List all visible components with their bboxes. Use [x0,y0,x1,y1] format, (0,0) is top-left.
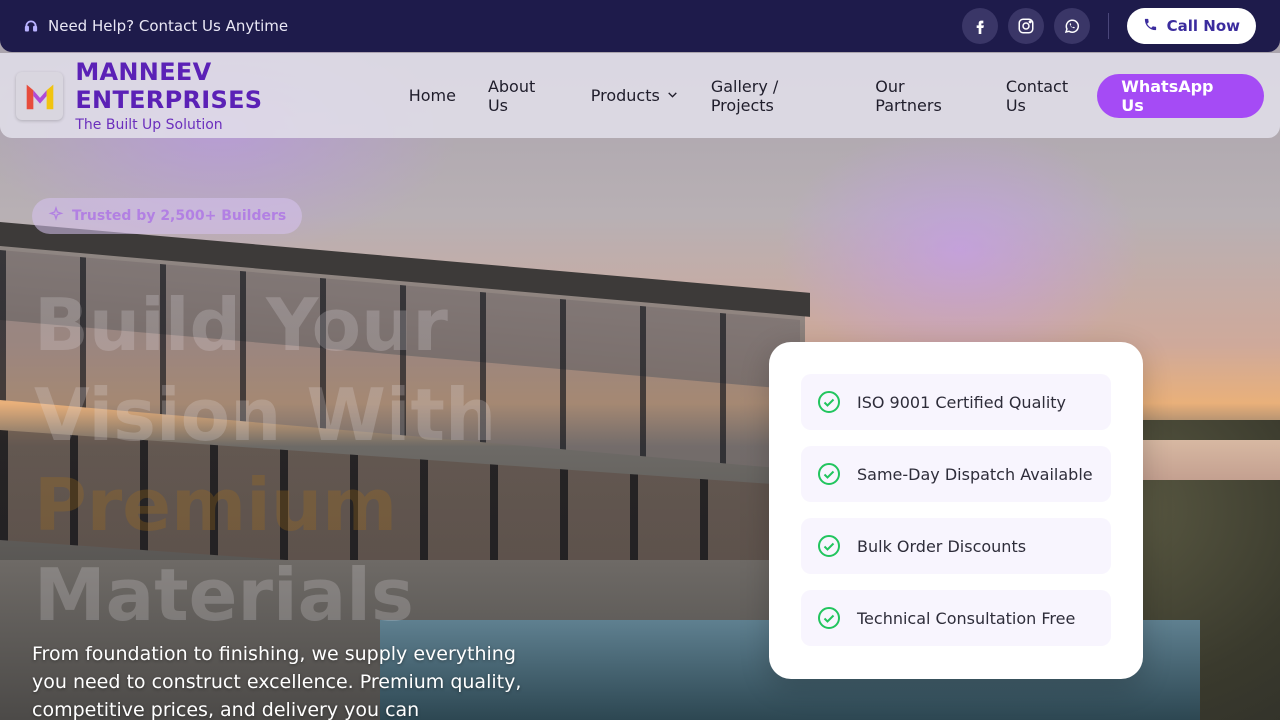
nav-item-gallery[interactable]: Gallery / Projects [711,77,843,115]
nav-item-label: Our Partners [875,76,942,115]
main-navigation: MANNEEV ENTERPRISES The Built Up Solutio… [0,53,1280,138]
feature-item: Technical Consultation Free [801,590,1111,646]
facebook-icon[interactable] [961,8,998,44]
headset-icon [24,19,38,33]
nav-menu: Home About Us Products Gallery / Project… [409,77,1092,115]
brand-tagline: The Built Up Solution [75,117,223,133]
feature-item: Bulk Order Discounts [801,518,1111,574]
brand-logo[interactable] [16,71,64,120]
brand-name: MANNEEV ENTERPRISES [75,58,263,114]
chevron-down-icon [666,86,679,105]
check-circle-icon [817,534,841,558]
whatsapp-button[interactable]: WhatsApp Us [1097,73,1264,118]
trust-badge: Trusted by 2,500+ Builders [32,198,303,234]
nav-item-about[interactable]: About Us [488,77,559,115]
nav-item-label: Home [408,86,456,105]
headline-highlight: Premium [34,463,398,547]
check-circle-icon [817,462,841,486]
nav-item-label: Products [590,86,660,105]
feature-item: Same-Day Dispatch Available [801,446,1111,502]
feature-item: ISO 9001 Certified Quality [801,374,1111,430]
nav-item-home[interactable]: Home [409,86,456,105]
top-bar: Need Help? Contact Us Anytime Call Now [0,0,1280,52]
nav-item-contact[interactable]: Contact Us [1006,77,1091,115]
headline-line: Build Your [34,283,448,367]
check-circle-icon [817,390,841,414]
nav-item-label: Contact Us [1005,76,1069,115]
nav-item-label: Gallery / Projects [710,76,779,115]
hero-subtitle: From foundation to finishing, we supply … [32,643,522,720]
help-text: Need Help? Contact Us Anytime [48,17,289,35]
headline-line: Materials [34,553,414,637]
nav-item-label: About Us [487,76,536,115]
features-card: ISO 9001 Certified Quality Same-Day Disp… [769,342,1143,679]
brand[interactable]: MANNEEV ENTERPRISES The Built Up Solutio… [75,58,402,133]
headline-line: Vision With [34,373,497,457]
feature-label: Technical Consultation Free [857,608,1076,628]
feature-label: ISO 9001 Certified Quality [857,392,1067,412]
hero-headline: Build Your Vision With Premium Materials [34,280,554,640]
badge-text: Trusted by 2,500+ Builders [72,208,287,224]
help-contact: Need Help? Contact Us Anytime [24,17,288,35]
check-circle-icon [817,606,841,630]
feature-label: Same-Day Dispatch Available [857,464,1093,484]
whatsapp-icon[interactable] [1053,8,1090,44]
nav-item-products[interactable]: Products [591,86,679,105]
phone-icon [1143,17,1158,36]
divider [1107,13,1109,39]
nav-item-partners[interactable]: Our Partners [875,77,974,115]
instagram-icon[interactable] [1007,8,1044,44]
call-now-button[interactable]: Call Now [1126,8,1256,44]
sparkle-icon [48,205,64,226]
call-now-label: Call Now [1166,17,1240,35]
feature-label: Bulk Order Discounts [857,536,1027,556]
